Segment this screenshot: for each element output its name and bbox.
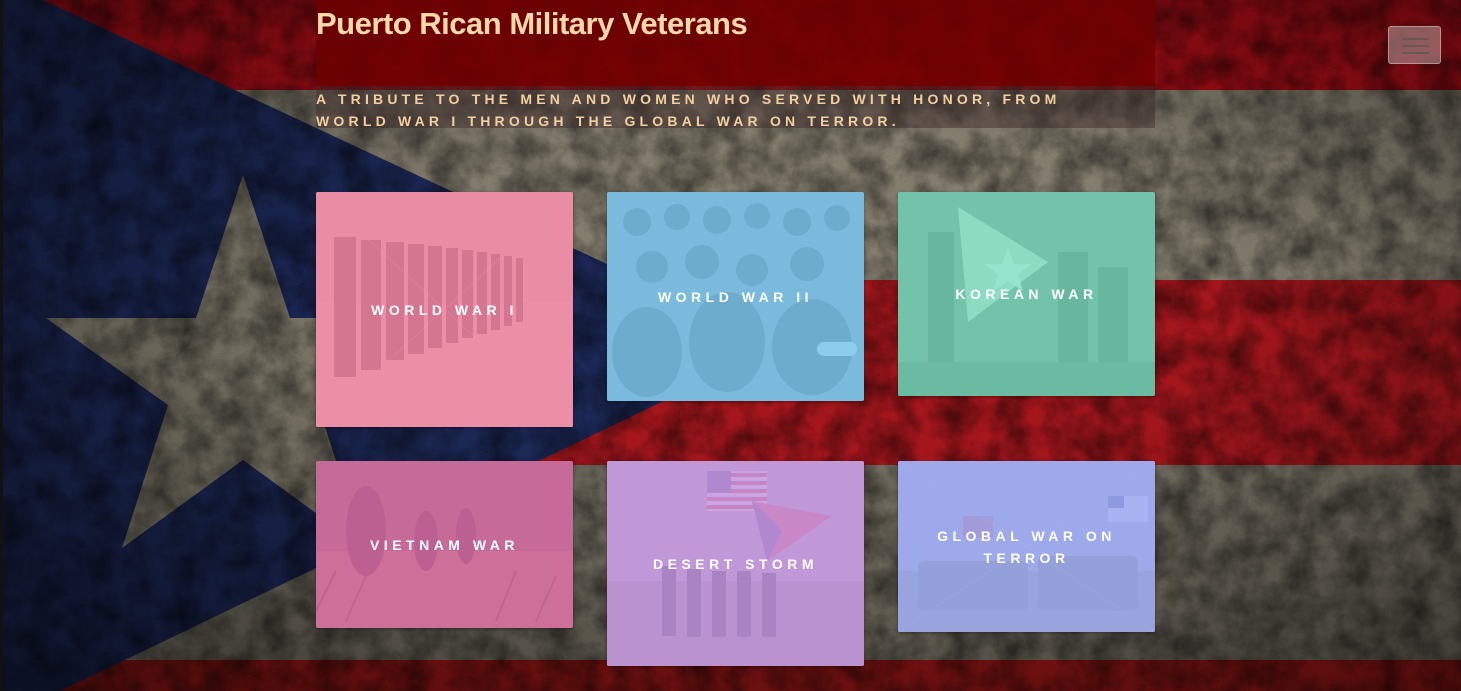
site-tagline: A tribute to the men and women who serve… — [316, 91, 1061, 129]
tile-korean-war[interactable]: Korean War — [898, 192, 1155, 396]
tile-world-war-i[interactable]: World War I — [316, 192, 573, 427]
tile-world-war-ii[interactable]: World War II — [607, 192, 864, 401]
tile-vietnam-war[interactable]: Vietnam War — [316, 461, 573, 628]
site-title[interactable]: Puerto Rican Military Veterans — [316, 6, 748, 42]
page: Puerto Rican Military Veterans A tribute… — [0, 0, 1461, 691]
tile-global-war-on-terror[interactable]: Global War on Terror — [898, 461, 1155, 632]
tile-desert-storm[interactable]: Desert Storm — [607, 461, 864, 666]
tile-label: World War I — [371, 301, 518, 318]
tile-label: Vietnam War — [369, 536, 520, 553]
hamburger-menu-button[interactable] — [1388, 26, 1441, 64]
tile-label: Global War on Terror — [937, 527, 1116, 566]
tile-label: Korean War — [955, 286, 1098, 302]
tile-label: Desert Storm — [653, 555, 818, 572]
tile-label: World War II — [657, 288, 814, 305]
left-edge — [0, 0, 3, 691]
